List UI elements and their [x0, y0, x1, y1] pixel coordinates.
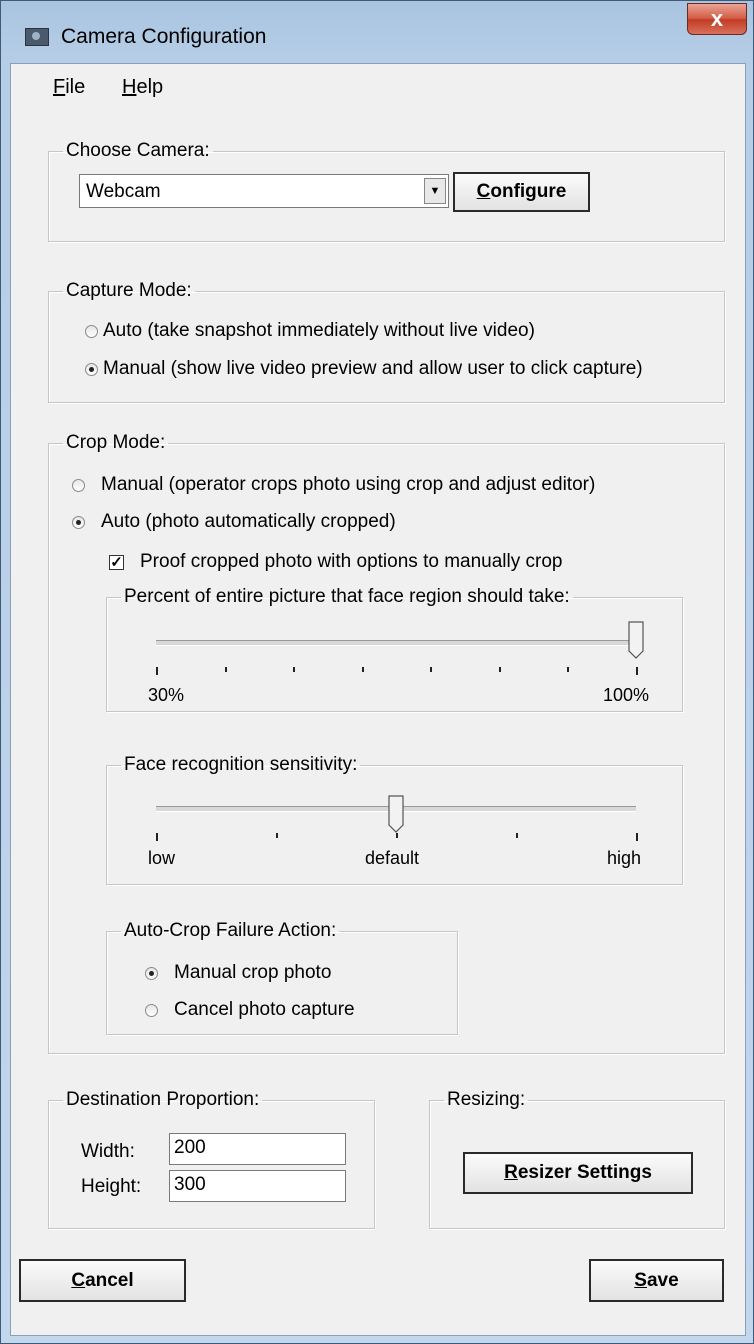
- menu-file[interactable]: File: [53, 76, 85, 99]
- sensitivity-legend: Face recognition sensitivity:: [124, 754, 358, 775]
- crop-manual-radio[interactable]: [72, 479, 85, 492]
- failure-action-legend: Auto-Crop Failure Action:: [124, 920, 337, 941]
- capture-auto-label: Auto (take snapshot immediately without …: [103, 320, 535, 341]
- face-percent-tick: [156, 667, 158, 675]
- title-bar[interactable]: Camera Configuration x: [1, 1, 753, 63]
- face-percent-min-label: 30%: [148, 685, 185, 705]
- capture-mode-legend: Capture Mode:: [66, 280, 192, 301]
- cancel-button[interactable]: Cancel: [19, 1259, 186, 1302]
- destination-legend: Destination Proportion:: [66, 1089, 260, 1110]
- face-percent-tick: [293, 667, 296, 672]
- sensitivity-tick: [276, 833, 278, 838]
- failure-manual-label: Manual crop photo: [174, 962, 332, 983]
- sensitivity-low-label: low: [148, 848, 176, 868]
- resizing-legend: Resizing:: [447, 1089, 526, 1110]
- sensitivity-slider-thumb[interactable]: [388, 795, 404, 833]
- sensitivity-tick: [156, 833, 158, 841]
- crop-auto-radio[interactable]: [72, 516, 85, 529]
- width-input[interactable]: 200: [169, 1133, 346, 1165]
- resizer-settings-button[interactable]: Resizer Settings: [463, 1152, 693, 1194]
- width-label: Width:: [81, 1141, 135, 1162]
- face-percent-max-label: 100%: [603, 685, 650, 705]
- menu-bar: File Help: [11, 64, 745, 108]
- camera-select-value: Webcam: [86, 181, 161, 202]
- crop-manual-label: Manual (operator crops photo using crop …: [101, 474, 596, 495]
- dialog-client-area: File Help Choose Camera: Webcam ▼ Config…: [10, 63, 746, 1336]
- face-percent-tick: [361, 667, 364, 672]
- close-button[interactable]: x: [687, 3, 747, 35]
- face-percent-tick: [636, 667, 638, 675]
- face-percent-tick: [224, 667, 227, 672]
- camera-configuration-window: Camera Configuration x File Help Choose …: [0, 0, 754, 1344]
- failure-manual-radio[interactable]: [145, 967, 158, 980]
- camera-select[interactable]: Webcam ▼: [79, 174, 449, 208]
- face-percent-group: Percent of entire picture that face regi…: [106, 586, 683, 712]
- configure-button[interactable]: Configure: [453, 172, 590, 212]
- chevron-down-icon[interactable]: ▼: [424, 178, 446, 204]
- sensitivity-tick: [516, 833, 518, 838]
- failure-cancel-label: Cancel photo capture: [174, 999, 355, 1020]
- sensitivity-default-label: default: [365, 848, 420, 868]
- proof-checkbox[interactable]: ✓: [109, 555, 124, 570]
- camera-icon: [25, 28, 49, 46]
- face-percent-tick: [567, 667, 570, 672]
- face-percent-track: [156, 640, 636, 646]
- face-percent-slider-thumb[interactable]: [628, 621, 644, 659]
- sensitivity-tick: [636, 833, 638, 841]
- save-button[interactable]: Save: [589, 1259, 724, 1302]
- face-percent-tick: [498, 667, 501, 672]
- capture-manual-radio[interactable]: [85, 363, 98, 376]
- crop-auto-label: Auto (photo automatically cropped): [101, 511, 396, 532]
- failure-cancel-radio[interactable]: [145, 1004, 158, 1017]
- window-title: Camera Configuration: [61, 25, 267, 48]
- face-percent-tick: [430, 667, 433, 672]
- height-label: Height:: [81, 1176, 142, 1197]
- crop-mode-legend: Crop Mode:: [66, 432, 166, 453]
- choose-camera-legend: Choose Camera:: [66, 140, 210, 161]
- capture-manual-label: Manual (show live video preview and allo…: [103, 358, 643, 379]
- capture-auto-radio[interactable]: [85, 325, 98, 338]
- height-input[interactable]: 300: [169, 1170, 346, 1202]
- sensitivity-high-label: high: [607, 848, 642, 868]
- sensitivity-tick: [396, 833, 398, 838]
- face-percent-legend: Percent of entire picture that face regi…: [124, 586, 570, 607]
- proof-label: Proof cropped photo with options to manu…: [140, 551, 563, 572]
- menu-help[interactable]: Help: [122, 76, 163, 99]
